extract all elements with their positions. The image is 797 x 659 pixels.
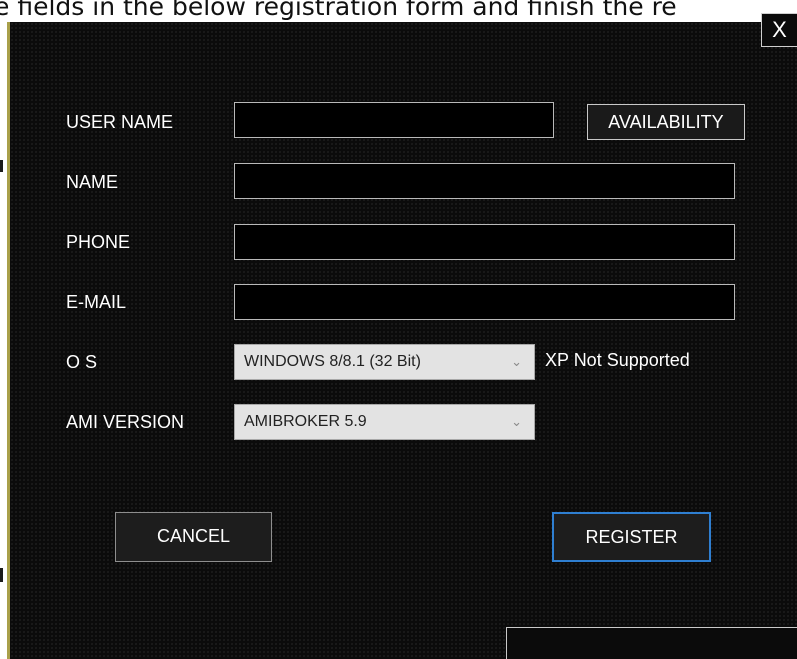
ami-version-select[interactable]: AMIBROKER 5.9 ⌄ xyxy=(234,404,535,440)
register-button[interactable]: REGISTER xyxy=(552,512,711,562)
os-support-note: XP Not Supported xyxy=(545,350,690,370)
os-select[interactable]: WINDOWS 8/8.1 (32 Bit) ⌄ xyxy=(234,344,535,380)
username-input[interactable] xyxy=(234,102,554,138)
cancel-button[interactable]: CANCEL xyxy=(115,512,272,562)
email-input[interactable] xyxy=(234,284,735,320)
close-icon: X xyxy=(772,17,787,42)
chevron-down-icon: ⌄ xyxy=(511,354,522,369)
close-button[interactable]: X xyxy=(761,13,797,47)
ami-version-select-value: AMIBROKER 5.9 xyxy=(244,413,367,430)
background-edge-mark xyxy=(0,568,3,582)
phone-label: PHONE xyxy=(66,232,131,252)
chevron-down-icon: ⌄ xyxy=(511,414,522,429)
name-input[interactable] xyxy=(234,163,735,199)
username-label: USER NAME xyxy=(66,112,174,132)
background-caption-strip: e fields in the below registration form … xyxy=(0,0,797,22)
ami-version-label: AMI VERSION xyxy=(66,412,185,432)
bottom-panel xyxy=(506,627,797,659)
background-caption: e fields in the below registration form … xyxy=(0,0,677,21)
phone-input[interactable] xyxy=(234,224,735,260)
email-label: E-MAIL xyxy=(66,292,127,312)
name-label: NAME xyxy=(66,172,119,192)
os-select-value: WINDOWS 8/8.1 (32 Bit) xyxy=(244,353,421,370)
os-label: O S xyxy=(66,352,98,372)
background-edge-mark xyxy=(0,160,3,172)
availability-button[interactable]: AVAILABILITY xyxy=(587,104,745,140)
